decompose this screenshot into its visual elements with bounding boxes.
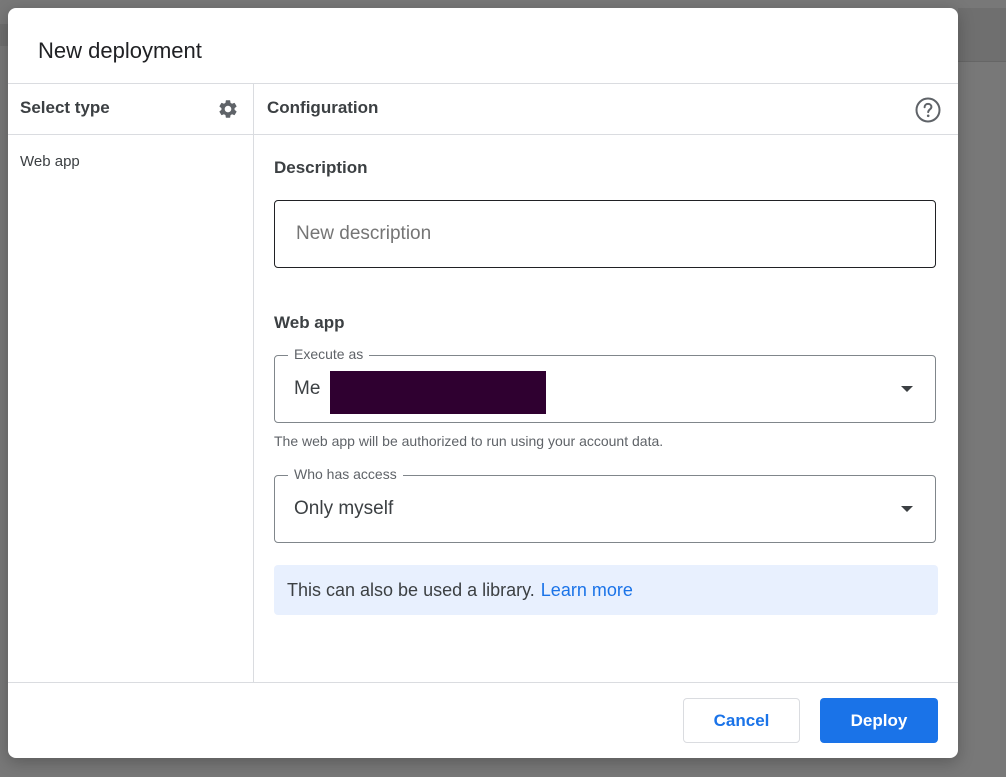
redacted-account-block: [330, 371, 546, 414]
dropdown-caret-icon: [901, 386, 913, 392]
web-app-section-label: Web app: [274, 313, 345, 332]
select-type-header: Select type: [20, 98, 110, 117]
configuration-header: Configuration: [267, 98, 379, 117]
execute-as-value: Me: [294, 378, 321, 399]
type-item-web-app[interactable]: Web app: [20, 153, 80, 170]
new-deployment-dialog: New deployment Select type Web app Confi…: [8, 8, 958, 758]
gear-icon[interactable]: [217, 98, 239, 120]
subheader-divider: [8, 134, 958, 135]
description-label: Description: [274, 158, 368, 177]
background-toolbar: [958, 8, 1006, 62]
library-info-banner: This can also be used a library. Learn m…: [274, 565, 938, 615]
background-edge: [0, 24, 8, 46]
description-input[interactable]: [294, 222, 916, 246]
footer-divider: [8, 682, 958, 683]
who-has-access-label: Who has access: [288, 466, 403, 482]
description-field[interactable]: [274, 200, 936, 268]
who-has-access-select[interactable]: Who has access Only myself: [274, 466, 936, 543]
execute-as-select[interactable]: Execute as Me: [274, 346, 936, 423]
cancel-button[interactable]: Cancel: [683, 698, 800, 743]
dialog-title: New deployment: [38, 38, 202, 63]
help-icon[interactable]: [914, 96, 942, 124]
column-divider: [253, 84, 254, 682]
learn-more-link[interactable]: Learn more: [541, 580, 633, 601]
who-has-access-value: Only myself: [294, 498, 394, 519]
execute-as-label: Execute as: [288, 346, 370, 362]
library-info-text: This can also be used a library.: [287, 579, 535, 600]
dropdown-caret-icon: [901, 506, 913, 512]
header-divider: [8, 83, 958, 84]
execute-as-hint: The web app will be authorized to run us…: [274, 433, 664, 449]
deploy-button[interactable]: Deploy: [820, 698, 938, 743]
